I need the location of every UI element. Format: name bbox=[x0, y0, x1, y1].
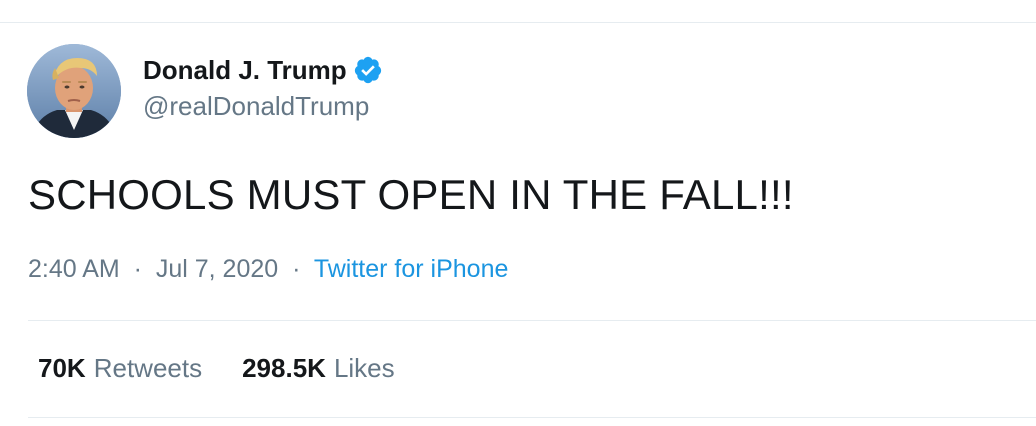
stats-bottom-divider bbox=[28, 417, 1036, 418]
retweets-stat[interactable]: 70K Retweets bbox=[38, 353, 202, 384]
author-name-row[interactable]: Donald J. Trump bbox=[143, 53, 383, 87]
avatar[interactable] bbox=[27, 44, 121, 138]
likes-stat[interactable]: 298.5K Likes bbox=[242, 353, 395, 384]
meta-separator: · bbox=[285, 255, 308, 283]
meta-separator: · bbox=[126, 255, 149, 283]
retweets-label: Retweets bbox=[93, 353, 203, 383]
verified-badge-icon bbox=[353, 55, 383, 85]
author-handle[interactable]: @realDonaldTrump bbox=[143, 91, 369, 122]
stats-top-divider bbox=[28, 320, 1036, 321]
tweet-text: SCHOOLS MUST OPEN IN THE FALL!!! bbox=[28, 171, 794, 218]
display-name[interactable]: Donald J. Trump bbox=[143, 55, 347, 86]
tweet-metadata: 2:40 AM · Jul 7, 2020 · Twitter for iPho… bbox=[28, 255, 508, 284]
tweet-source-link[interactable]: Twitter for iPhone bbox=[314, 255, 509, 283]
tweet-stats: 70K Retweets 298.5K Likes bbox=[38, 353, 395, 384]
tweet-date[interactable]: Jul 7, 2020 bbox=[156, 255, 278, 283]
likes-count: 298.5K bbox=[242, 353, 326, 383]
retweets-count: 70K bbox=[38, 353, 86, 383]
tweet-time[interactable]: 2:40 AM bbox=[28, 255, 120, 283]
top-divider bbox=[0, 22, 1036, 23]
profile-photo bbox=[27, 44, 121, 138]
likes-label: Likes bbox=[333, 353, 395, 383]
